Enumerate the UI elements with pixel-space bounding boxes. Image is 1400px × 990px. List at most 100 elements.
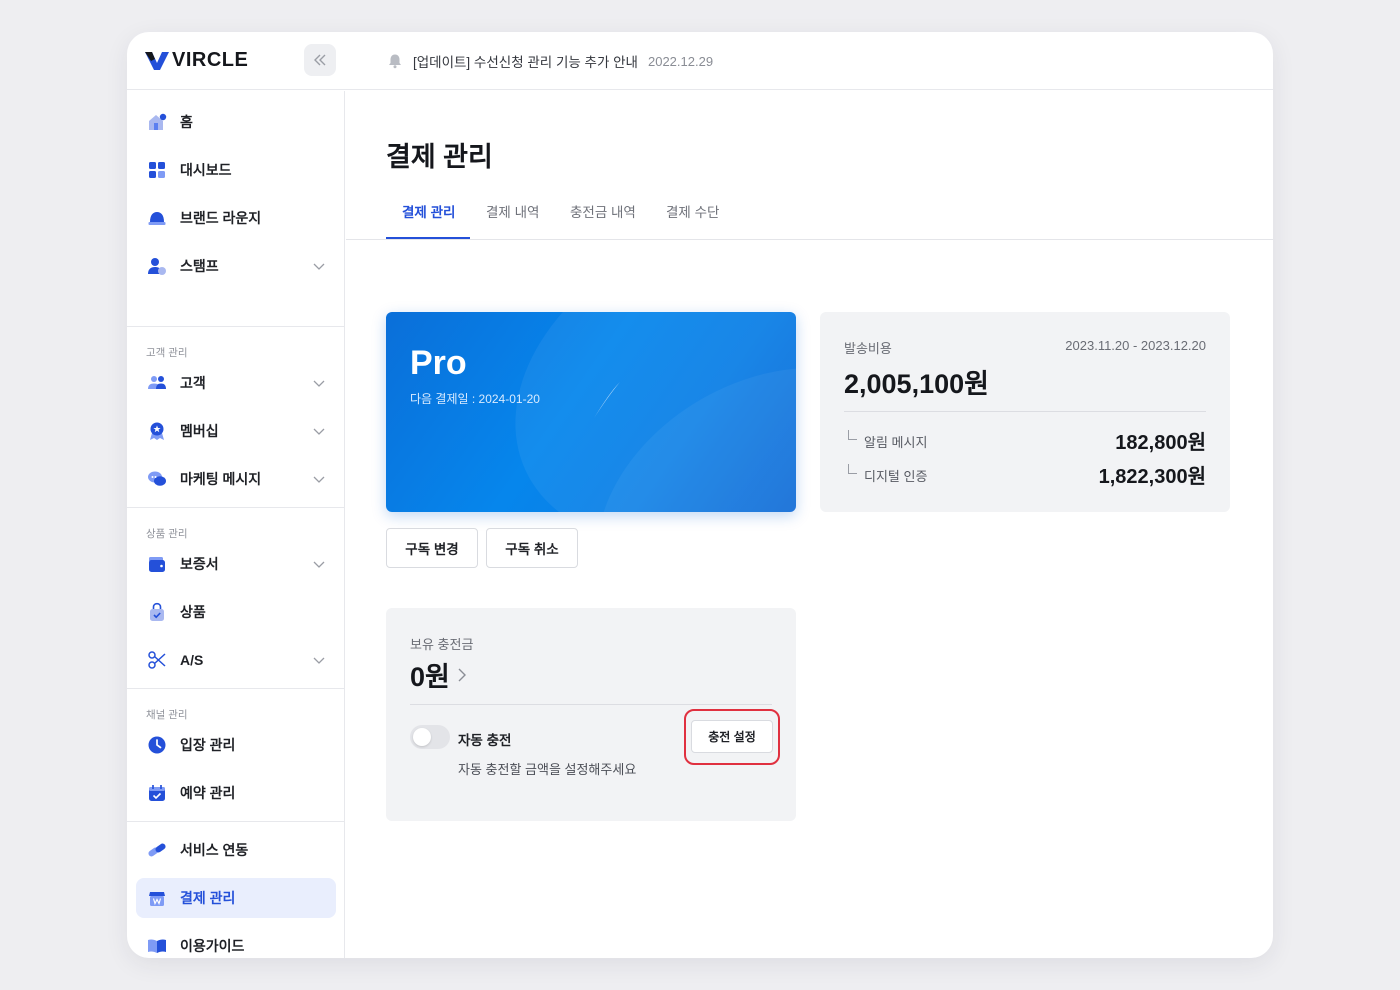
notice-bar[interactable]: [업데이트] 수선신청 관리 기능 추가 안내 2022.12.29 (387, 51, 713, 71)
dashboard-icon (149, 162, 165, 178)
vircle-logo-icon (145, 51, 169, 70)
bell-icon (389, 54, 401, 69)
book-icon (148, 939, 166, 953)
sidebar-item-stamp[interactable]: 스탬프 (136, 246, 336, 286)
auto-charge-label: 자동 충전 (458, 733, 512, 748)
bag-icon (150, 602, 164, 621)
sidebar-item-label: 대시보드 (180, 162, 232, 178)
sidebar-item-payment-management[interactable]: 결제 관리 (136, 878, 336, 918)
logo-text: VIRCLE (172, 49, 249, 71)
sidebar-item-entry-management[interactable]: 입장 관리 (136, 725, 336, 765)
notice-text: [업데이트] 수선신청 관리 기능 추가 안내 (413, 55, 638, 70)
calendar-icon (149, 785, 165, 801)
change-subscription-button[interactable]: 구독 변경 (386, 528, 478, 568)
next-payment-date: 다음 결제일 : 2024-01-20 (410, 392, 540, 406)
sidebar-item-label: A/S (180, 652, 204, 668)
fee-row: 디지털 인증 1,822,300원 (844, 460, 1206, 488)
fee-row-name: 알림 메시지 (864, 435, 928, 450)
section-label-product: 상품 관리 (146, 528, 188, 540)
fee-row: 알림 메시지 182,800원 (844, 426, 1206, 454)
sending-fee-card: 발송비용 2023.11.20 - 2023.12.20 2,005,100원 … (820, 312, 1230, 512)
sidebar-divider (127, 688, 344, 689)
sidebar-item-label: 브랜드 라운지 (180, 210, 262, 226)
sub-item-icon (848, 430, 857, 440)
tab-payment-method[interactable]: 결제 수단 (666, 201, 719, 239)
sidebar: 홈 대시보드 브랜드 라운지 스탬프 고객 관리 고객 멤버십 마케팅 메시지 … (127, 91, 345, 958)
scissors-icon (148, 651, 166, 669)
sidebar-item-product[interactable]: 상품 (136, 592, 336, 632)
sidebar-item-customer[interactable]: 고객 (136, 363, 336, 403)
charge-amount: 0원 (410, 662, 450, 692)
sidebar-item-label: 마케팅 메시지 (180, 471, 262, 487)
plan-card: Pro 다음 결제일 : 2024-01-20 (386, 312, 796, 512)
fee-total: 2,005,100원 (844, 369, 989, 399)
payment-icon (149, 892, 165, 906)
auto-charge-description: 자동 충전할 금액을 설정해주세요 (458, 762, 637, 777)
sidebar-item-label: 입장 관리 (180, 737, 236, 753)
cancel-subscription-button[interactable]: 구독 취소 (486, 528, 578, 568)
sidebar-item-brand-lounge[interactable]: 브랜드 라운지 (136, 198, 336, 238)
auto-charge-toggle[interactable] (410, 725, 450, 749)
page-title: 결제 관리 (386, 142, 493, 172)
home-icon (149, 113, 167, 130)
sidebar-item-user-guide[interactable]: 이용가이드 (136, 926, 336, 958)
chevron-down-icon (313, 380, 325, 387)
top-bar: VIRCLE [업데이트] 수선신청 관리 기능 추가 안내 2022.12.2… (127, 32, 1273, 90)
sub-item-icon (848, 464, 857, 474)
logo[interactable]: VIRCLE (145, 49, 248, 72)
tab-bar: 결제 관리 결제 내역 충전금 내역 결제 수단 (346, 199, 1273, 240)
membership-icon (150, 422, 164, 440)
chevron-down-icon (313, 561, 325, 568)
charge-balance-card: 보유 충전금 0원 자동 충전 자동 충전할 금액을 설정해주세요 충전 설정 (386, 608, 796, 821)
sidebar-item-label: 상품 (180, 604, 206, 620)
sidebar-item-marketing-message[interactable]: 마케팅 메시지 (136, 459, 336, 499)
chevron-down-icon (313, 428, 325, 435)
sparkle-icon (594, 382, 620, 418)
sidebar-item-label: 서비스 연동 (180, 842, 249, 858)
sidebar-item-label: 예약 관리 (180, 785, 236, 801)
sidebar-item-as[interactable]: A/S (136, 640, 336, 680)
sidebar-item-label: 홈 (180, 114, 193, 130)
notice-date: 2022.12.29 (647, 53, 714, 69)
tab-payment-management[interactable]: 결제 관리 (386, 201, 470, 239)
sidebar-item-label: 스탬프 (180, 258, 219, 274)
double-chevron-left-icon (314, 54, 326, 66)
sidebar-item-reservation[interactable]: 예약 관리 (136, 773, 336, 813)
fee-row-name: 디지털 인증 (864, 469, 928, 484)
wallet-icon (149, 557, 165, 572)
chevron-right-icon (458, 668, 466, 681)
main-content: 결제 관리 결제 관리 결제 내역 충전금 내역 결제 수단 Pro 다음 결제… (346, 91, 1273, 958)
sidebar-item-label: 고객 (180, 375, 206, 391)
charge-setting-button[interactable]: 충전 설정 (691, 720, 773, 753)
chat-icon (148, 471, 166, 486)
section-label-customer: 고객 관리 (146, 347, 188, 359)
sidebar-divider (127, 326, 344, 327)
fee-divider (844, 411, 1206, 412)
sidebar-item-label: 결제 관리 (180, 890, 236, 906)
clock-icon (148, 736, 166, 754)
charge-label: 보유 충전금 (410, 637, 474, 652)
section-label-channel: 채널 관리 (146, 709, 188, 721)
sidebar-item-membership[interactable]: 멤버십 (136, 411, 336, 451)
tab-charge-history[interactable]: 충전금 내역 (570, 201, 636, 239)
sidebar-item-label: 이용가이드 (180, 938, 245, 954)
toggle-knob (413, 728, 431, 746)
sidebar-item-home[interactable]: 홈 (136, 102, 336, 142)
sidebar-divider (127, 821, 344, 822)
plan-name: Pro (410, 344, 467, 382)
link-icon (148, 843, 166, 857)
fee-row-amount: 182,800원 (1115, 432, 1206, 454)
sidebar-item-service-integration[interactable]: 서비스 연동 (136, 830, 336, 870)
charge-amount-link[interactable]: 0원 (410, 655, 468, 694)
chevron-down-icon (313, 476, 325, 483)
fee-label: 발송비용 (844, 341, 892, 356)
sidebar-item-warranty[interactable]: 보증서 (136, 544, 336, 584)
chevron-down-icon (313, 657, 325, 664)
tab-payment-history[interactable]: 결제 내역 (486, 201, 539, 239)
fee-row-amount: 1,822,300원 (1098, 466, 1206, 488)
sidebar-item-dashboard[interactable]: 대시보드 (136, 150, 336, 190)
chevron-down-icon (313, 263, 325, 270)
customer-icon (148, 376, 166, 389)
collapse-sidebar-button[interactable] (304, 44, 336, 76)
charge-divider (410, 704, 772, 705)
